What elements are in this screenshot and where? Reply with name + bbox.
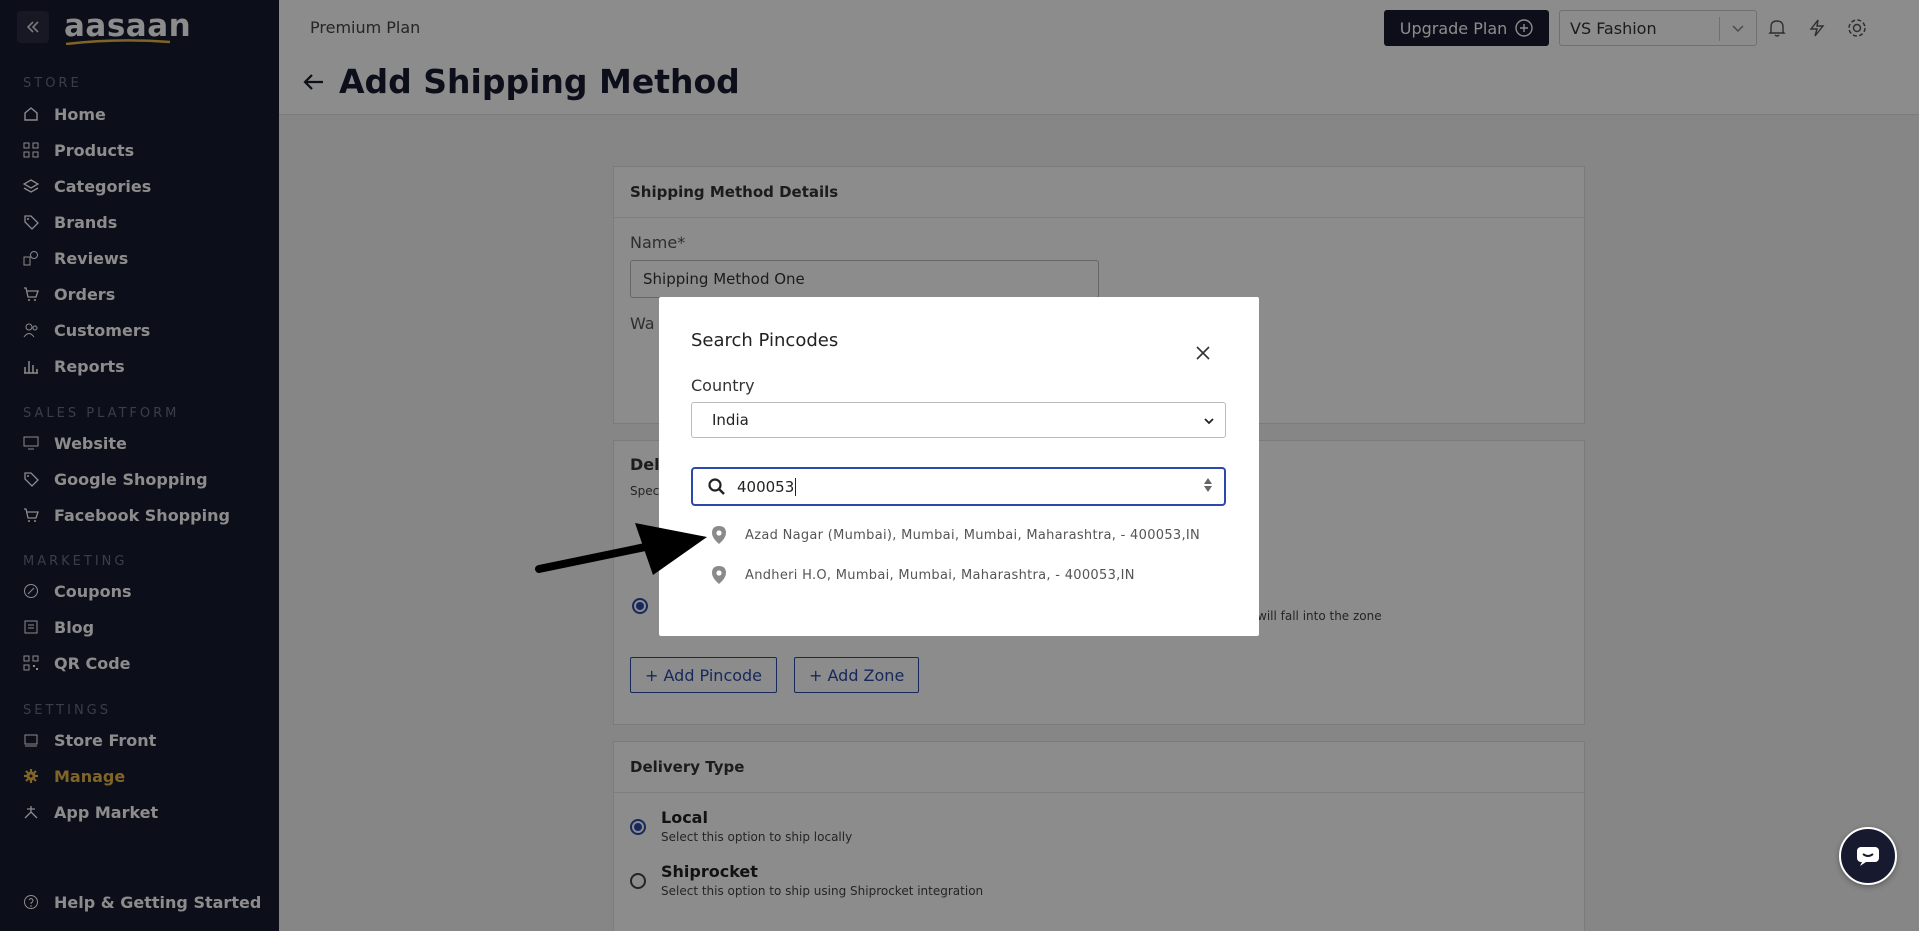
country-value: India [712,411,749,429]
chat-button[interactable] [1839,827,1897,885]
pincode-result-item[interactable]: Azad Nagar (Mumbai), Mumbai, Mumbai, Mah… [711,522,1200,548]
number-spinner[interactable] [1204,478,1212,492]
text-caret [795,477,797,496]
annotation-arrow-icon [535,523,707,575]
result-text: Andheri H.O, Mumbai, Mumbai, Maharashtra… [745,567,1135,583]
country-label: Country [691,376,755,395]
modal-title: Search Pincodes [691,330,839,351]
chat-icon [1857,847,1879,866]
result-text: Azad Nagar (Mumbai), Mumbai, Mumbai, Mah… [745,527,1201,543]
close-icon[interactable] [1191,341,1215,365]
pincode-result-item[interactable]: Andheri H.O, Mumbai, Mumbai, Maharashtra… [711,562,1135,588]
country-select[interactable]: India [691,402,1226,438]
search-icon [707,477,727,497]
search-value: 400053 [737,477,795,496]
search-pincodes-modal: Search Pincodes Country India 400053 Aza… [659,297,1259,636]
chevron-down-icon [1204,418,1214,425]
pincode-search-input[interactable]: 400053 [691,467,1226,506]
